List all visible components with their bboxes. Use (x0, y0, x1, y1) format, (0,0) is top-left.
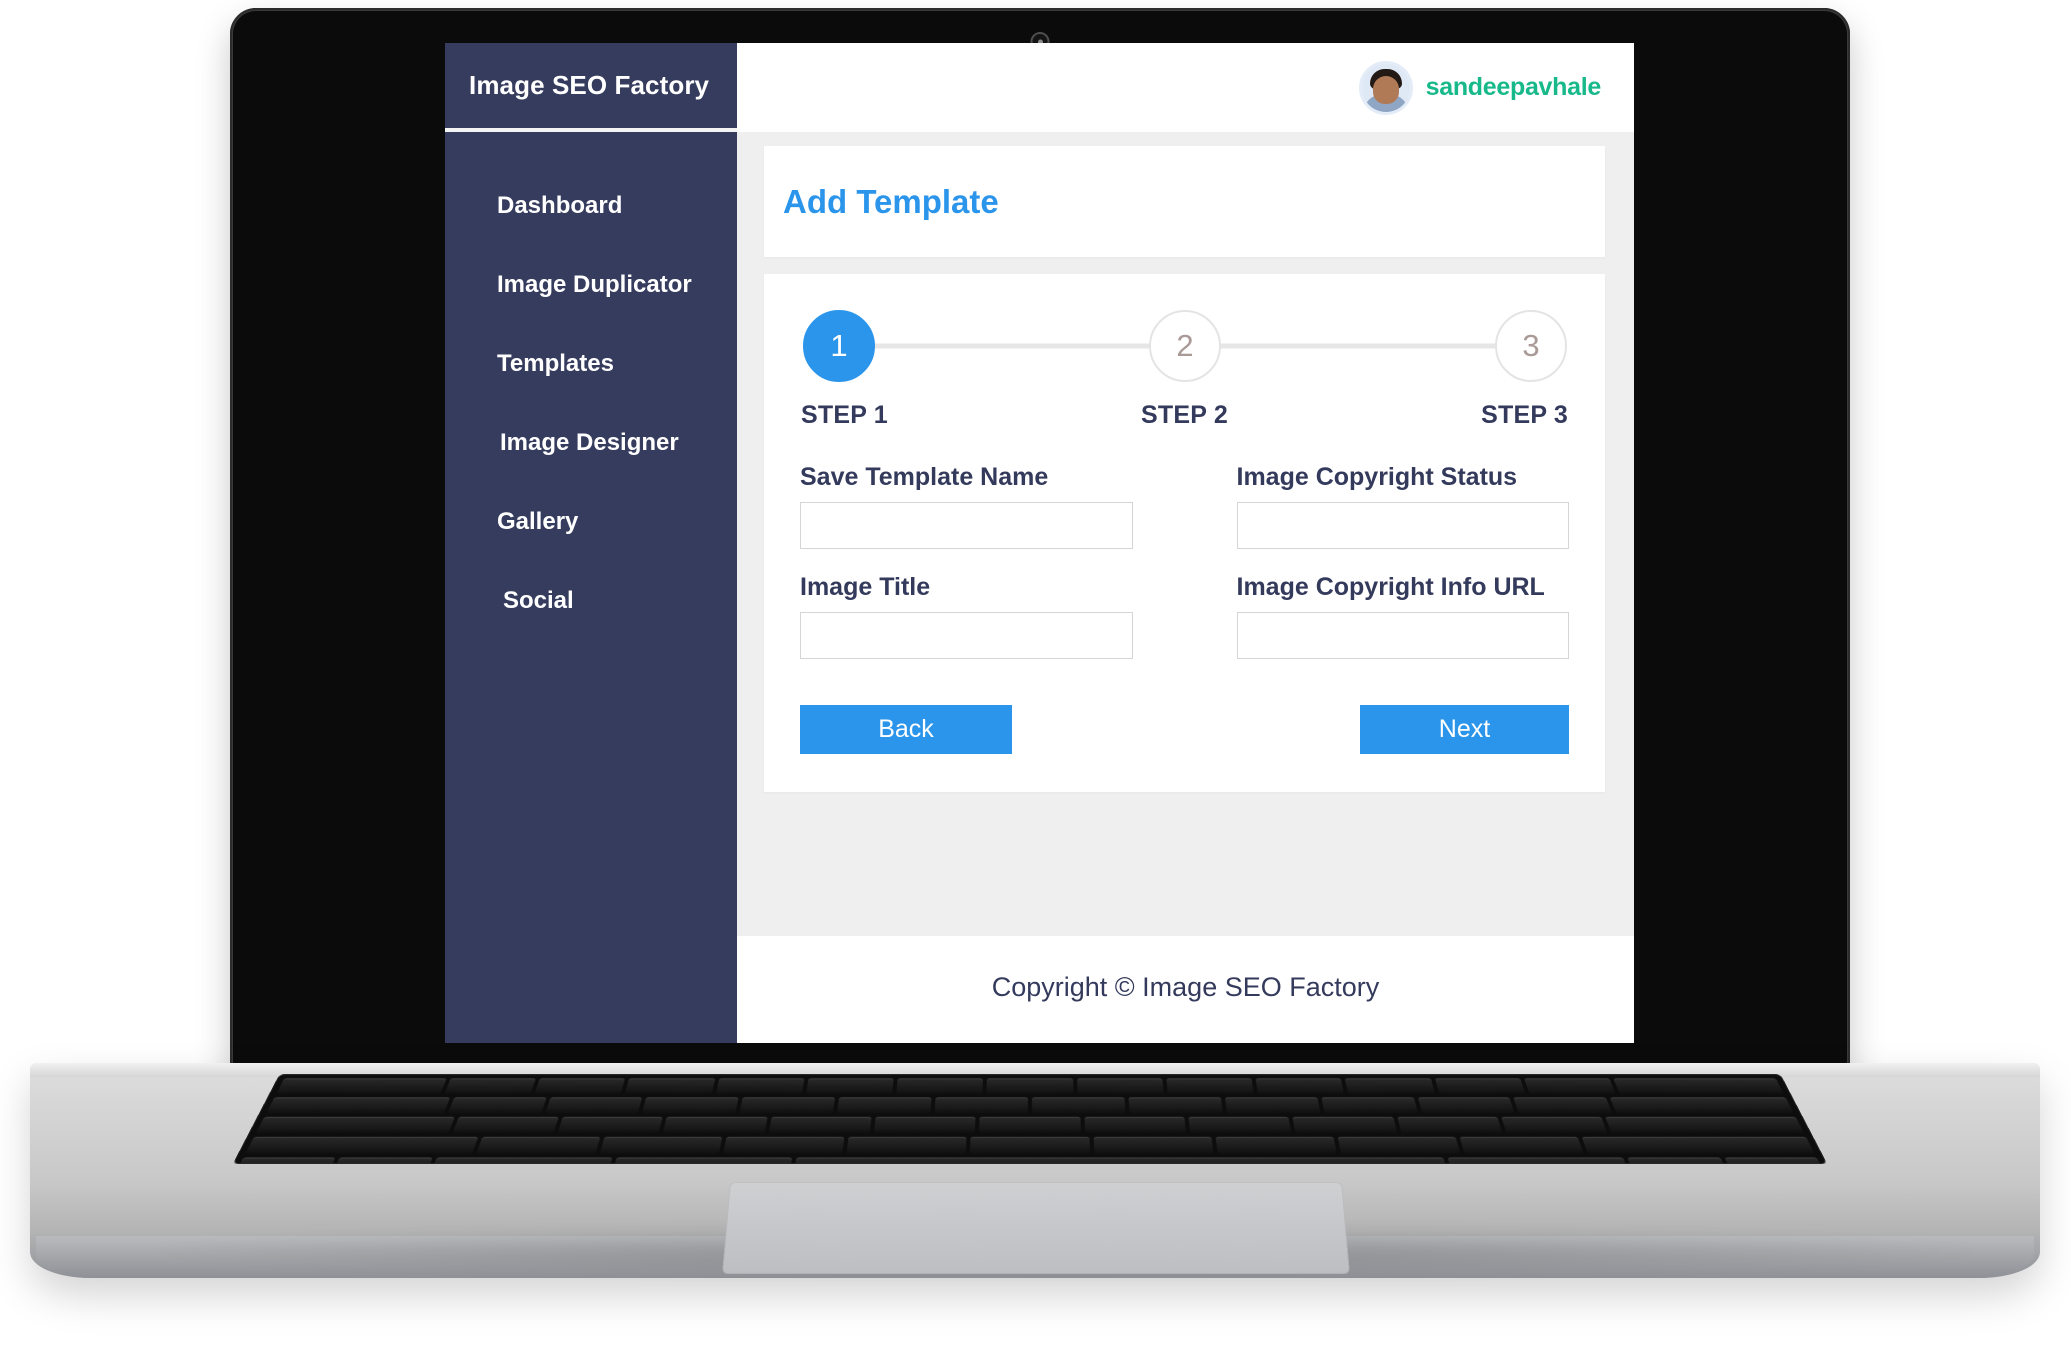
step-indicator: 1 2 3 (803, 310, 1567, 382)
field-save-template-name: Save Template Name (800, 463, 1133, 549)
sidebar: Image SEO Factory Dashboard Image Duplic… (445, 43, 737, 1043)
laptop-screen: Image SEO Factory Dashboard Image Duplic… (445, 43, 1634, 1043)
field-image-copyright-status: Image Copyright Status (1236, 463, 1569, 549)
keyboard-row (239, 1136, 1821, 1154)
image-title-input[interactable] (800, 612, 1133, 659)
wizard-buttons: Back Next (800, 705, 1569, 754)
app-brand-title: Image SEO Factory (445, 43, 737, 132)
sidebar-item-image-duplicator[interactable]: Image Duplicator (445, 245, 737, 324)
step-3-circle[interactable]: 3 (1495, 310, 1567, 382)
template-form: Save Template Name Image Title Image Cop… (800, 463, 1569, 666)
image-copyright-info-url-input[interactable] (1236, 612, 1569, 659)
form-column-left: Save Template Name Image Title (800, 463, 1133, 666)
sidebar-item-image-designer[interactable]: Image Designer (445, 403, 737, 482)
sidebar-item-label: Image Designer (500, 428, 679, 456)
page-area: Add Template 1 2 3 STEP 1 STEP 2 STEP 3 … (737, 132, 1634, 936)
wizard-card: 1 2 3 STEP 1 STEP 2 STEP 3 Save Template… (764, 274, 1605, 792)
footer-copyright: Copyright © Image SEO Factory (737, 936, 1634, 1043)
page-title: Add Template (783, 183, 999, 220)
top-bar: sandeepavhale (737, 43, 1634, 132)
keyboard-row (270, 1078, 1790, 1094)
back-button[interactable]: Back (800, 705, 1012, 754)
field-image-copyright-info-url: Image Copyright Info URL (1236, 573, 1569, 659)
step-1-number: 1 (830, 328, 848, 363)
laptop-lid: Image SEO Factory Dashboard Image Duplic… (230, 8, 1850, 1080)
sidebar-item-dashboard[interactable]: Dashboard (445, 166, 737, 245)
save-template-name-input[interactable] (800, 502, 1133, 549)
avatar (1358, 60, 1413, 115)
save-template-name-label: Save Template Name (800, 463, 1049, 491)
main-content: sandeepavhale Add Template 1 2 3 STEP 1 … (737, 43, 1634, 1043)
screenshot-stage: Image SEO Factory Dashboard Image Duplic… (0, 0, 2071, 1348)
image-copyright-status-label: Image Copyright Status (1236, 463, 1518, 491)
sidebar-item-social[interactable]: Social (445, 561, 737, 640)
image-copyright-status-input[interactable] (1236, 502, 1569, 549)
laptop-keyboard (234, 1075, 1826, 1164)
step-2-circle[interactable]: 2 (1149, 310, 1221, 382)
step-2-label: STEP 2 (1141, 401, 1228, 429)
step-1-circle[interactable]: 1 (803, 310, 875, 382)
step-3-label: STEP 3 (1481, 401, 1568, 429)
sidebar-item-label: Templates (497, 349, 614, 377)
avatar-face (1372, 75, 1399, 104)
sidebar-item-label: Image Duplicator (497, 270, 692, 298)
form-column-right: Image Copyright Status Image Copyright I… (1236, 463, 1569, 666)
sidebar-item-label: Gallery (497, 507, 579, 535)
sidebar-item-label: Social (503, 586, 574, 614)
field-image-title: Image Title (800, 573, 1133, 659)
sidebar-item-gallery[interactable]: Gallery (445, 482, 737, 561)
image-copyright-info-url-label: Image Copyright Info URL (1236, 573, 1545, 601)
next-button[interactable]: Next (1360, 705, 1569, 754)
step-1-label: STEP 1 (801, 401, 888, 429)
page-title-card: Add Template (764, 146, 1605, 257)
laptop-trackpad (721, 1181, 1350, 1275)
user-menu[interactable]: sandeepavhale (1358, 60, 1602, 115)
step-2-number: 2 (1176, 328, 1194, 363)
keyboard-row (260, 1097, 1800, 1114)
sidebar-item-label: Dashboard (497, 191, 623, 219)
sidebar-item-templates[interactable]: Templates (445, 324, 737, 403)
image-title-label: Image Title (800, 573, 931, 601)
step-3-number: 3 (1522, 328, 1540, 363)
keyboard-row (234, 1157, 1826, 1164)
username-label: sandeepavhale (1425, 73, 1602, 101)
sidebar-nav: Dashboard Image Duplicator Templates Ima… (445, 132, 737, 640)
keyboard-row (250, 1116, 1811, 1134)
step-labels: STEP 1 STEP 2 STEP 3 (800, 401, 1569, 430)
